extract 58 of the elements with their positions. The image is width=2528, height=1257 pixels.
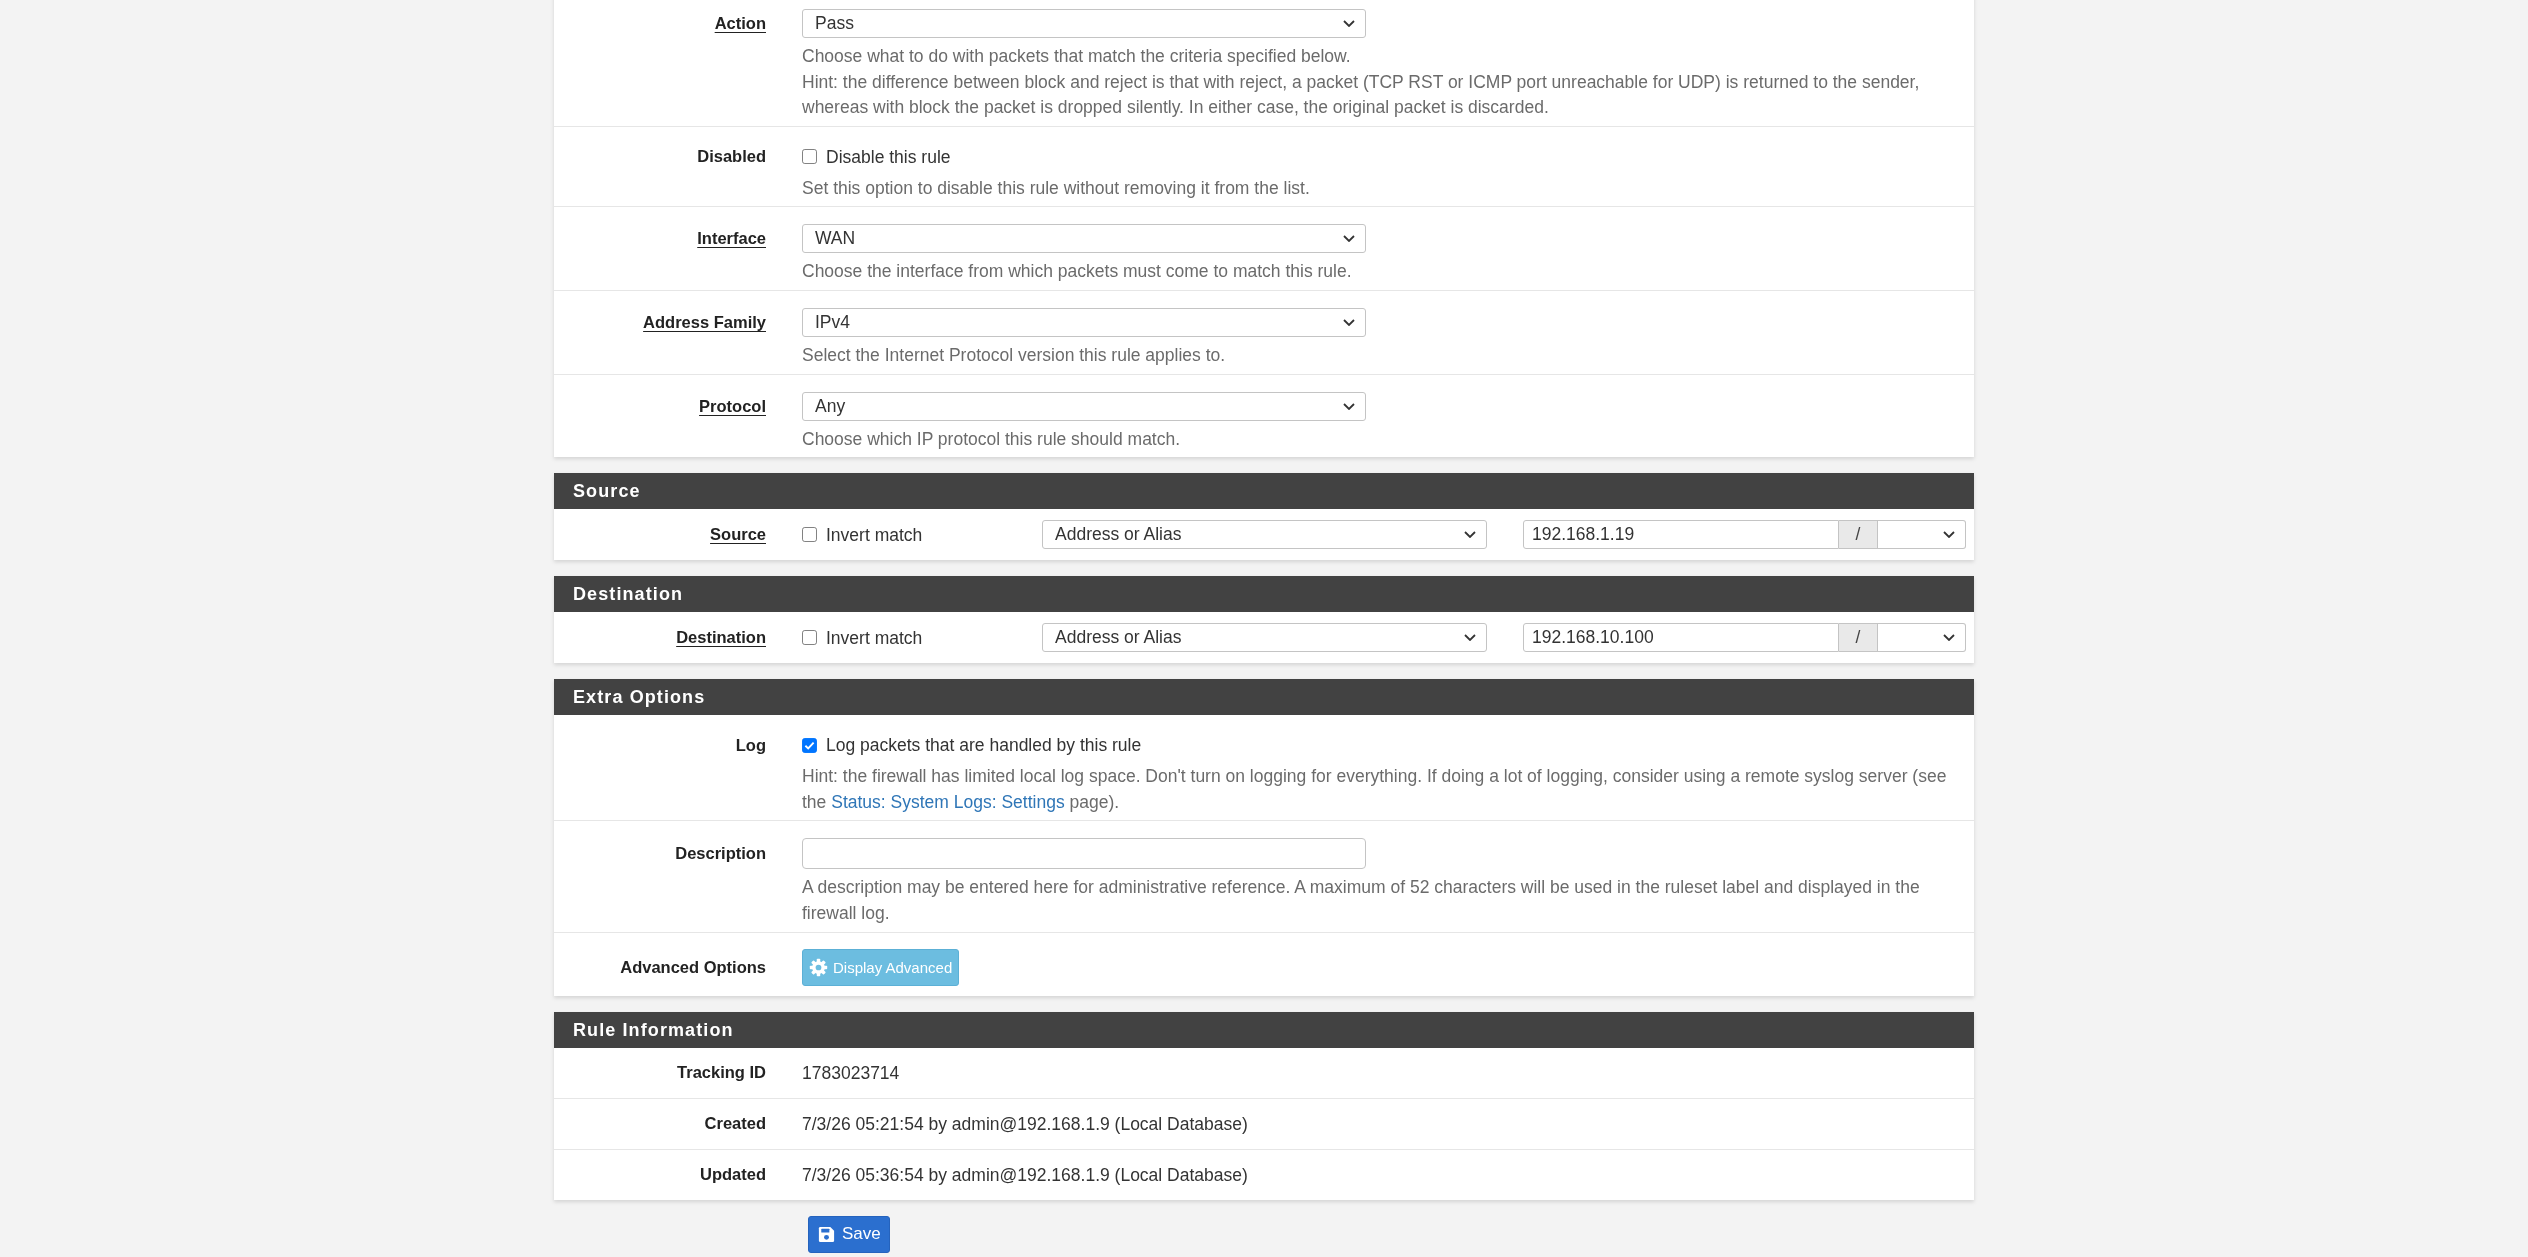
checkbox[interactable] [802, 737, 817, 753]
field-label: Updated [700, 1165, 766, 1185]
help-text: Choose what to do with packets that match the criteria specified below. [802, 45, 1352, 68]
field-value: 7/3/26 05:21:54 by admin@192.168.1.9 (Local Database) [802, 1113, 1248, 1134]
field-label: Created [704, 1114, 766, 1134]
section-header: Source [554, 473, 1974, 510]
slash-addon: / [1839, 623, 1878, 653]
field-label: Action [714, 14, 766, 33]
chevron-down-icon [1343, 402, 1355, 410]
chevron-down-icon [1943, 634, 1955, 642]
field-label: Description [675, 844, 766, 864]
field-label: Advanced Options [620, 957, 766, 977]
field-label: Source [710, 525, 766, 545]
help-text: Select the Internet Protocol version this rule applies to. [802, 343, 1227, 367]
select-dropdown[interactable]: Address or Alias [1042, 520, 1487, 550]
section-header: Extra Options [554, 679, 1974, 716]
field-label: Address Family [643, 312, 766, 332]
checkbox-label[interactable]: Invert match [826, 624, 923, 651]
settings-link[interactable]: Status: System Logs: Settings [831, 791, 1065, 812]
chevron-down-icon [1943, 531, 1955, 539]
select-dropdown[interactable]: IPv4 [802, 307, 1366, 337]
field-value: 1783023714 [802, 1062, 900, 1083]
checkbox-label[interactable]: Invert match [826, 521, 923, 548]
save-button[interactable]: Save [808, 1215, 890, 1253]
field-label: Interface [697, 229, 766, 249]
checkbox-label[interactable]: Log packets that are handled by this rule [826, 732, 1142, 759]
slash-addon: / [1839, 520, 1878, 550]
field-label: Protocol [699, 396, 766, 416]
section-header: Rule Information [554, 1011, 1974, 1048]
help-text: Hint: the difference between block and reject is that with reject, a packet (TCP RST or ICMP port unreachable for UDP) is returned to the sender, whereas with block the packet is dropped silently. In either case, the original packet is discarded. [802, 70, 1921, 120]
select-dropdown[interactable]: Any [802, 391, 1366, 421]
address-field[interactable]: 192.168.1.19 [1523, 520, 1839, 550]
chevron-down-icon [1464, 531, 1476, 539]
checkbox[interactable] [802, 149, 817, 165]
checkbox[interactable] [802, 527, 817, 543]
field-label: Disabled [697, 147, 766, 167]
chevron-down-icon [1464, 634, 1476, 642]
select-dropdown[interactable]: WAN [802, 224, 1366, 254]
field-label: Tracking ID [677, 1063, 766, 1083]
field-value: 7/3/26 05:36:54 by admin@192.168.1.9 (Local Database) [802, 1164, 1248, 1185]
chevron-down-icon [1343, 235, 1355, 243]
help-text: Choose the interface from which packets must come to match this rule. [802, 260, 1353, 284]
chevron-down-icon [1343, 20, 1355, 27]
chevron-down-icon [1343, 318, 1355, 326]
help-text: Set this option to disable this rule without removing it from the list. [802, 176, 1311, 200]
address-field[interactable]: 192.168.10.100 [1523, 623, 1839, 653]
checkbox-label[interactable]: Disable this rule [826, 143, 951, 170]
checkbox[interactable] [802, 630, 817, 646]
section-header: Destination [554, 576, 1974, 613]
help-text: Choose which IP protocol this rule should match. [802, 427, 1182, 451]
field-label: Destination [676, 628, 766, 648]
help-text: Hint: the firewall has limited local log space. Don't turn on logging for everything. If doing a lot of logging, consider using a remote syslog server (see the Status: System Logs: Settings page). [802, 765, 1948, 814]
select-dropdown[interactable]: Address or Alias [1042, 623, 1487, 653]
description-field[interactable] [802, 838, 1366, 870]
field-label: Log [735, 735, 766, 755]
help-text: A description may be entered here for administrative reference. A maximum of 52 characters will be used in the ruleset label and displayed in the firewall log. [802, 876, 1921, 925]
select-dropdown[interactable]: Pass [802, 9, 1366, 38]
gear-icon [809, 957, 828, 977]
